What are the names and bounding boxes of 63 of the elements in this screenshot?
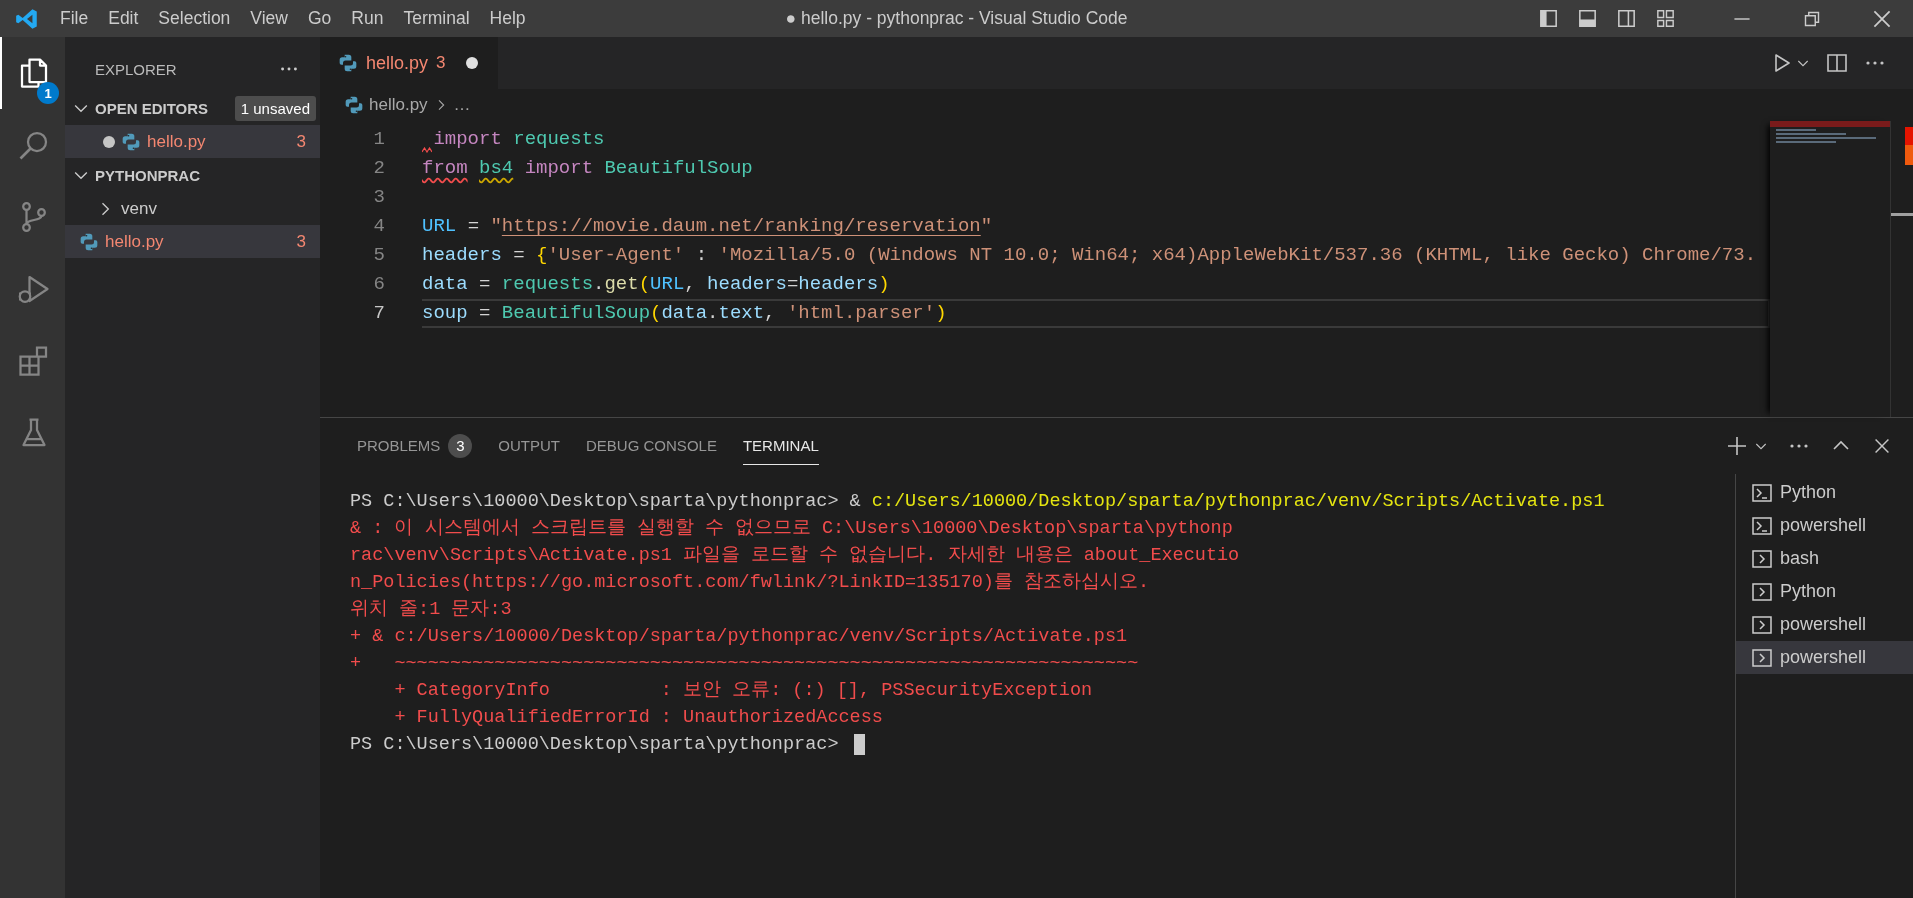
line-number: 2 xyxy=(372,156,385,181)
new-terminal-icon[interactable] xyxy=(1725,434,1749,458)
code-line: import requests xyxy=(422,125,1770,154)
code-line: URL = "https://movie.daum.net/ranking/reservation" xyxy=(422,214,994,239)
terminal-line: PS C:\Users\10000\Desktop\sparta\pythonprac> & c:/Users/10000/Desktop/sparta/pythonprac/venv/Scripts/Activate.ps1 xyxy=(350,490,1605,514)
terminal-line: + FullyQualifiedErrorId : UnauthorizedAccess xyxy=(393,706,883,730)
tree-folder-entry[interactable]: venv xyxy=(65,192,320,225)
terminal-line: PS C:\Users\10000\Desktop\sparta\pythonprac> xyxy=(350,733,840,757)
grid-layout-icon[interactable] xyxy=(1654,7,1677,30)
panel-tab[interactable]: PROBLEMS 3 xyxy=(344,418,486,474)
menu-item[interactable]: View xyxy=(240,5,298,32)
code-line: from bs4 import BeautifulSoup xyxy=(422,156,754,181)
breadcrumb-item[interactable]: hello.py xyxy=(369,95,428,115)
menu-item[interactable]: Run xyxy=(341,5,394,32)
terminal-line: n_Policies(https://go.microsoft.com/fwlink/?LinkID=135170)를 참조하십시오. xyxy=(350,571,1150,595)
menu-item[interactable]: Selection xyxy=(148,5,241,32)
sidebar-title: EXPLORER xyxy=(95,60,177,78)
terminal-list-item[interactable]: Python xyxy=(1736,476,1913,509)
terminal-line: + CategoryInfo : 보안 오류: (:) [], PSSecurityException xyxy=(393,679,1093,703)
terminal-line: 위치 줄:1 문자:3 xyxy=(350,598,512,622)
window-title: ● hello.py - pythonprac - Visual Studio Code xyxy=(785,8,1128,29)
line-number: 1 xyxy=(372,127,385,152)
open-editor-entry[interactable]: hello.py 3 xyxy=(65,125,320,158)
panel-tab[interactable]: OUTPUT xyxy=(485,418,574,474)
line-number: 5 xyxy=(372,243,385,268)
terminal-line: & : 이 시스템에서 스크립트를 실행할 수 없으므로 C:\Users\10000\Desktop\sparta\pythonp xyxy=(350,517,1233,541)
sidebar-layout-icon[interactable] xyxy=(1537,7,1560,30)
python-file-icon xyxy=(344,95,364,115)
breadcrumb-item[interactable]: … xyxy=(453,95,471,115)
panel-layout-icon[interactable] xyxy=(1576,7,1599,30)
python-file-icon xyxy=(121,131,141,152)
code-line: headers = {'User-Agent' : 'Mozilla/5.0 (Windows NT 10.0; Win64; x64)AppleWebKit/537.36 (KHTML, like Gecko) Chrome/73. xyxy=(422,243,1758,268)
code-line: data = requests.get(URL, headers=headers) xyxy=(422,272,891,297)
line-number: 3 xyxy=(372,185,385,210)
line-number: 4 xyxy=(372,214,385,239)
menu-item[interactable]: Edit xyxy=(98,5,149,32)
terminal-line: + ~~~~~~~~~~~~~~~~~~~~~~~~~~~~~~~~~~~~~~~~~~~~~~~~~~~~~~~~~~~~~~~~~~~ xyxy=(350,652,1139,676)
menu-item[interactable]: Go xyxy=(298,5,342,32)
terminal-list-item[interactable]: bash xyxy=(1736,542,1913,575)
terminal-list-item[interactable]: powershell xyxy=(1736,509,1913,542)
section-header[interactable]: PYTHONPRAC xyxy=(95,166,200,184)
panel-tab[interactable]: DEBUG CONSOLE xyxy=(573,418,730,474)
menu-item[interactable]: File xyxy=(50,5,99,32)
python-file-icon xyxy=(79,231,99,252)
unsaved-badge: 1 unsaved xyxy=(234,95,316,121)
terminal-line: + & c:/Users/10000/Desktop/sparta/pythonprac/venv/Scripts/Activate.ps1 xyxy=(350,625,1128,649)
split-layout-icon[interactable] xyxy=(1615,7,1638,30)
panel-tab[interactable]: TERMINAL xyxy=(729,418,832,474)
terminal-list-item[interactable]: powershell xyxy=(1736,608,1913,641)
terminal-list-item[interactable]: Python xyxy=(1736,575,1913,608)
python-file-icon xyxy=(338,53,358,73)
terminal-list-item[interactable]: powershell xyxy=(1736,641,1913,674)
section-header[interactable]: OPEN EDITORS xyxy=(95,99,209,117)
line-number: 7 xyxy=(372,301,385,326)
line-number: 6 xyxy=(372,272,385,297)
notification-badge: 1 xyxy=(37,82,59,104)
menu-item[interactable]: Help xyxy=(479,5,536,32)
editor-tab[interactable]: hello.py 3 xyxy=(320,37,498,89)
terminal-line: rac\venv\Scripts\Activate.ps1 파일을 로드할 수 없습니다. 자세한 내용은 about_Executio xyxy=(350,544,1240,568)
code-line: soup = BeautifulSoup(data.text, 'html.parser') xyxy=(422,299,1770,328)
menu-item[interactable]: Terminal xyxy=(393,5,480,32)
tree-python-entry[interactable]: hello.py 3 xyxy=(65,225,320,258)
split-editor-icon[interactable] xyxy=(1825,51,1849,75)
